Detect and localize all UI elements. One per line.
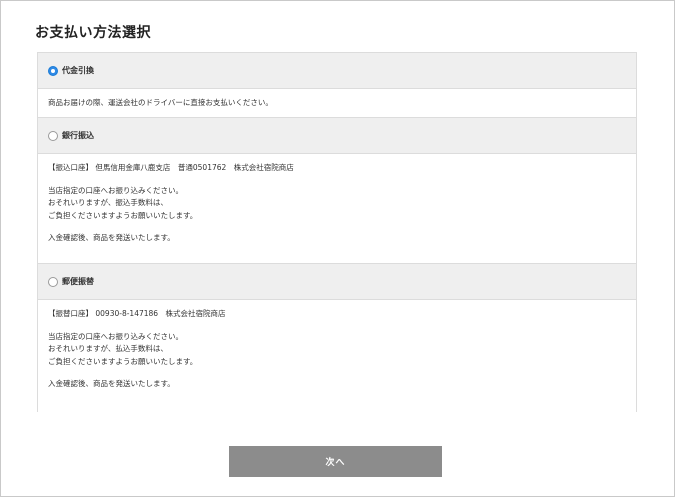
details-text: 当店指定の口座へお振り込みください。 — [48, 185, 183, 195]
payment-option-postal-details: 【振替口座】 00930-8-147186 株式会社宿院商店 当店指定の口座へお… — [38, 300, 636, 412]
payment-option-label: 代金引換 — [62, 65, 94, 75]
radio-unselected-icon[interactable] — [48, 276, 58, 287]
account-info: 【振替口座】 00930-8-147186 株式会社宿院商店 — [48, 309, 226, 318]
page-title: お支払い方法選択 — [35, 25, 151, 41]
payment-option-cod-details: 商品お届けの際、運送会社のドライバーに直接お支払いください。 — [38, 89, 636, 118]
payment-option-bank-details: 【振込口座】 但馬信用金庫八鹿支店 普通0501762 株式会社宿院商店 当店指… — [38, 154, 636, 264]
details-text: 入金確認後、商品を発送いたします。 — [48, 233, 175, 242]
payment-page: お支払い方法選択 代金引換 商品お届けの際、運送会社のドライバーに直接お支払いく… — [0, 0, 675, 497]
details-text: 商品お届けの際、運送会社のドライバーに直接お支払いください。 — [48, 98, 273, 107]
account-info: 【振込口座】 但馬信用金庫八鹿支店 普通0501762 株式会社宿院商店 — [48, 163, 294, 172]
payment-option-label: 銀行振込 — [62, 130, 94, 140]
payment-option-cod[interactable]: 代金引換 — [38, 53, 636, 89]
details-text: おそれいりますが、払込手数料は、 — [48, 344, 168, 353]
radio-unselected-icon[interactable] — [48, 130, 58, 141]
details-text: ご負担くださいますようお願いいたします。 — [48, 210, 198, 220]
payment-method-list: 代金引換 商品お届けの際、運送会社のドライバーに直接お支払いください。 銀行振込… — [37, 52, 637, 412]
radio-selected-icon[interactable] — [48, 65, 58, 76]
payment-option-bank-transfer[interactable]: 銀行振込 — [38, 118, 636, 154]
payment-option-postal-transfer[interactable]: 郵便振替 — [38, 264, 636, 300]
details-text: ご負担くださいますようお願いいたします。 — [48, 356, 198, 366]
details-text: 入金確認後、商品を発送いたします。 — [48, 379, 175, 388]
payment-option-label: 郵便振替 — [62, 276, 94, 286]
details-text: おそれいりますが、振込手数料は、 — [48, 198, 168, 207]
details-text: 当店指定の口座へお振り込みください。 — [48, 331, 183, 341]
next-button[interactable]: 次へ — [229, 446, 442, 477]
